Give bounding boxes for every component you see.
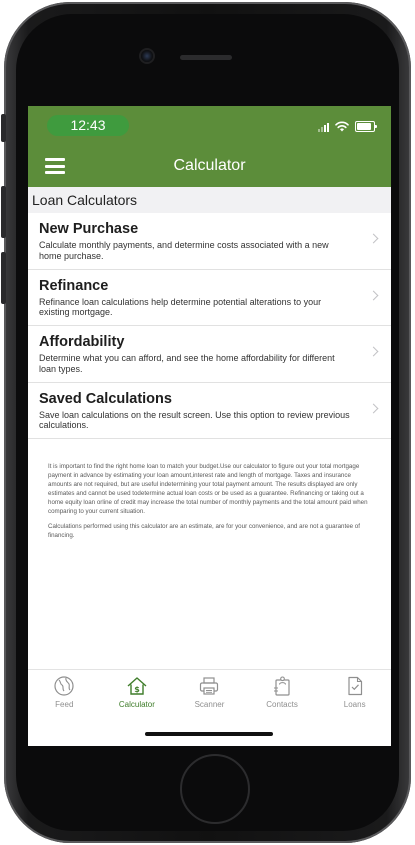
tab-contacts[interactable]: Contacts xyxy=(246,670,319,720)
list-item-new-purchase[interactable]: New Purchase Calculate monthly payments,… xyxy=(28,213,391,270)
item-title: Affordability xyxy=(39,334,125,350)
disclaimer: It is important to find the right home l… xyxy=(48,462,371,546)
svg-text:$: $ xyxy=(134,685,140,694)
tab-feed[interactable]: Feed xyxy=(28,670,101,720)
globe-icon xyxy=(54,676,74,696)
item-description: Determine what you can afford, and see t… xyxy=(39,353,335,374)
side-button-silent xyxy=(1,114,6,142)
section-header: Loan Calculators xyxy=(28,187,391,213)
earpiece-speaker xyxy=(180,55,232,60)
disclaimer-paragraph: It is important to find the right home l… xyxy=(48,463,368,515)
battery-icon xyxy=(355,121,377,132)
tab-loans[interactable]: Loans xyxy=(318,670,391,720)
item-title: New Purchase xyxy=(39,221,139,237)
home-button[interactable] xyxy=(180,754,250,824)
item-description: Save loan calculations on the result scr… xyxy=(39,409,350,431)
tab-scanner[interactable]: Scanner xyxy=(173,670,246,720)
navigation-bar: Calculator xyxy=(28,144,391,187)
chevron-right-icon xyxy=(368,346,379,357)
item-description: Refinance loan calculations help determi… xyxy=(39,296,322,318)
house-dollar-icon: $ xyxy=(127,677,147,695)
list-item-saved-calculations[interactable]: Saved Calculations Save loan calculation… xyxy=(28,383,391,439)
tab-label: Scanner xyxy=(194,700,225,709)
list-item-refinance[interactable]: Refinance Refinance loan calculations he… xyxy=(28,270,391,326)
tab-label: Loans xyxy=(343,700,366,709)
chevron-right-icon xyxy=(368,233,379,244)
tab-label: Calculator xyxy=(118,700,155,709)
status-time: 12:43 xyxy=(47,115,129,136)
status-icons xyxy=(318,120,377,132)
app-screen: 12:43 Calculator Loan Calculators New Pu… xyxy=(28,106,391,746)
printer-icon xyxy=(200,677,219,695)
chevron-right-icon xyxy=(368,403,379,413)
list-item-affordability[interactable]: Affordability Determine what you can aff… xyxy=(28,326,391,383)
document-check-icon xyxy=(348,676,362,696)
tab-bar: Feed $ Calculator Scanner Contacts Loans xyxy=(28,669,391,720)
tab-calculator[interactable]: $ Calculator xyxy=(101,670,174,720)
side-button-volume-up xyxy=(1,186,6,238)
hamburger-menu-icon[interactable] xyxy=(45,158,65,174)
page-title: Calculator xyxy=(173,157,246,174)
contacts-icon xyxy=(274,676,290,696)
status-bar: 12:43 xyxy=(28,106,391,144)
side-button-volume-down xyxy=(1,252,6,304)
calculator-list: New Purchase Calculate monthly payments,… xyxy=(28,213,391,439)
disclaimer-paragraph: Calculations performed using this calcul… xyxy=(48,523,360,539)
cellular-signal-icon xyxy=(318,122,329,132)
home-indicator xyxy=(145,732,273,736)
item-title: Refinance xyxy=(39,277,109,294)
tab-label: Feed xyxy=(55,700,74,709)
tab-label: Contacts xyxy=(266,700,298,709)
item-description: Calculate monthly payments, and determin… xyxy=(39,240,329,261)
wifi-icon xyxy=(335,121,349,132)
front-camera xyxy=(141,50,153,62)
chevron-right-icon xyxy=(368,290,379,300)
item-title: Saved Calculations xyxy=(39,390,172,407)
